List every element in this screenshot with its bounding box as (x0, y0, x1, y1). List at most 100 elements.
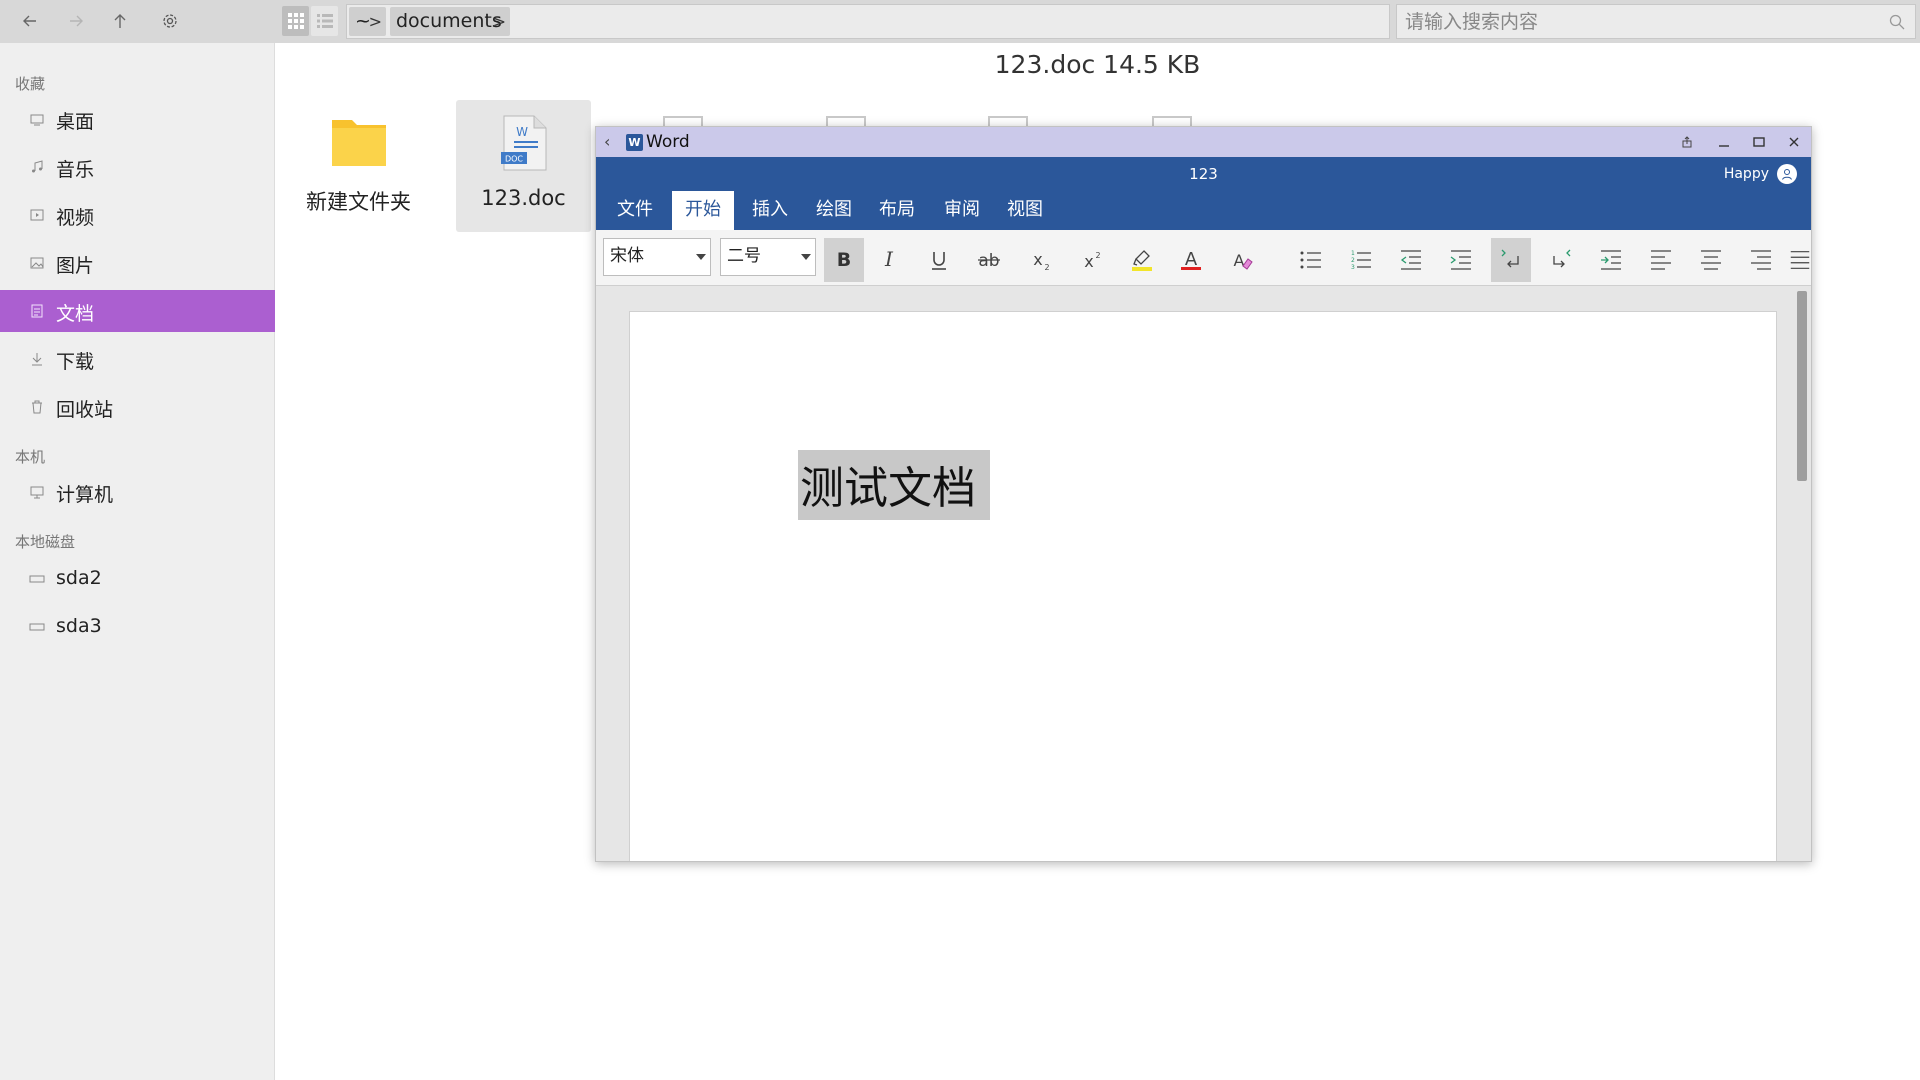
tab-layout[interactable]: 布局 (866, 191, 928, 231)
sidebar-item-computer[interactable]: 计算机 (0, 471, 275, 513)
svg-text:W: W (516, 125, 528, 139)
sidebar-item-video[interactable]: 视频 (0, 194, 275, 236)
svg-text:ab: ab (978, 251, 999, 271)
arrow-right-icon (70, 15, 83, 27)
font-color-button[interactable]: A (1171, 238, 1211, 282)
tab-insert[interactable]: 插入 (739, 191, 801, 231)
up-button[interactable] (105, 6, 135, 36)
dropdown-arrow-icon (696, 254, 706, 260)
document-body-text[interactable]: 测试文档 (798, 450, 990, 520)
breadcrumb-documents[interactable]: documents > (390, 7, 510, 36)
maximize-button[interactable] (1748, 131, 1770, 153)
sidebar-heading-favorites: 收藏 (15, 75, 46, 93)
file-info-title: 123.doc 14.5 KB (994, 50, 1201, 79)
bold-button[interactable]: B (824, 238, 864, 282)
sidebar-item-label: sda3 (56, 615, 102, 637)
word-logo-icon: W (626, 134, 643, 151)
minimize-icon (1719, 145, 1729, 147)
italic-button[interactable]: I (869, 238, 909, 282)
folder-icon (331, 120, 386, 166)
gear-icon (163, 14, 177, 28)
font-name-select[interactable]: 宋体 (603, 238, 711, 276)
file-item-doc[interactable]: W DOC 123.doc (456, 100, 591, 232)
user-name[interactable]: Happy (1724, 166, 1769, 182)
sidebar-item-sda3[interactable]: sda3 (0, 606, 275, 648)
search-icon[interactable] (1889, 14, 1905, 30)
highlight-button[interactable] (1122, 238, 1162, 282)
eraser-icon: A (1234, 251, 1253, 270)
ltr-paragraph-button[interactable] (1491, 238, 1531, 282)
outdent-icon (1400, 250, 1421, 270)
sidebar-item-downloads[interactable]: 下载 (0, 338, 275, 380)
list-view-button[interactable] (311, 6, 338, 36)
scrollbar-thumb[interactable] (1797, 291, 1807, 481)
arrow-up-icon (114, 14, 126, 28)
align-center-icon (1701, 250, 1721, 270)
vertical-scrollbar[interactable] (1795, 291, 1809, 861)
svg-text:x: x (1084, 252, 1093, 271)
search-input[interactable] (1405, 8, 1865, 36)
file-item-folder[interactable]: 新建文件夹 (291, 100, 426, 232)
sidebar-item-label: 音乐 (56, 159, 95, 181)
align-right-button[interactable] (1741, 238, 1781, 282)
sidebar-item-label: 视频 (56, 207, 95, 229)
computer-icon (30, 486, 44, 499)
word-titlebar[interactable]: ‹ W Word (596, 127, 1811, 157)
back-icon[interactable]: ‹ (604, 132, 610, 151)
sidebar-heading-disks: 本地磁盘 (15, 533, 76, 551)
file-item-label: 新建文件夹 (306, 190, 411, 214)
sidebar-item-sda2[interactable]: sda2 (0, 558, 275, 600)
rtl-paragraph-button[interactable] (1541, 238, 1581, 282)
app-name: Word (646, 132, 690, 152)
bullet-list-button[interactable] (1291, 238, 1331, 282)
subscript-button[interactable]: x2 (1021, 238, 1061, 282)
svg-text:DOC: DOC (504, 155, 522, 164)
decrease-indent-button[interactable] (1391, 238, 1431, 282)
sidebar-item-trash[interactable]: 回收站 (0, 386, 275, 428)
grid-view-button[interactable] (282, 6, 309, 36)
music-icon (32, 160, 43, 173)
sidebar-item-music[interactable]: 音乐 (0, 146, 275, 188)
sidebar-item-pictures[interactable]: 图片 (0, 242, 275, 284)
settings-button[interactable] (155, 6, 185, 36)
trash-icon (32, 400, 42, 414)
close-button[interactable] (1783, 131, 1805, 153)
strikethrough-button[interactable]: ab (969, 238, 1009, 282)
font-size-select[interactable]: 二号 (720, 238, 816, 276)
align-left-button[interactable] (1641, 238, 1681, 282)
tab-home[interactable]: 开始 (672, 191, 734, 231)
file-manager-toolbar: ~ > documents > (0, 0, 1920, 43)
sidebar-item-documents[interactable]: 文档 (0, 290, 275, 332)
share-button[interactable] (1676, 131, 1698, 153)
paragraph-indent-button[interactable] (1591, 238, 1631, 282)
path-bar[interactable]: ~ > documents > (346, 4, 1390, 39)
forward-button[interactable] (61, 6, 91, 36)
disk-icon (29, 623, 45, 631)
tab-view[interactable]: 视图 (994, 191, 1056, 231)
font-size-value: 二号 (727, 246, 761, 266)
word-document-icon: W DOC (500, 115, 546, 171)
document-area: 测试文档 (596, 287, 1811, 861)
numbered-list-button[interactable]: 123 (1341, 238, 1381, 282)
clear-format-button[interactable]: A (1222, 238, 1262, 282)
align-center-button[interactable] (1691, 238, 1731, 282)
superscript-button[interactable]: x2 (1072, 238, 1112, 282)
font-color-icon: A (1181, 249, 1201, 270)
tab-file[interactable]: 文件 (604, 191, 666, 231)
indent-icon (1450, 250, 1471, 270)
document-page[interactable]: 测试文档 (629, 311, 1777, 861)
breadcrumb-home[interactable]: ~ > (349, 7, 386, 36)
sidebar-item-desktop[interactable]: 桌面 (0, 98, 275, 140)
svg-text:3: 3 (1351, 264, 1355, 271)
bullet-list-icon (1300, 251, 1321, 269)
sidebar-item-label: 回收站 (56, 399, 114, 421)
justify-button[interactable] (1788, 238, 1811, 282)
user-avatar-icon[interactable] (1777, 164, 1797, 184)
increase-indent-button[interactable] (1441, 238, 1481, 282)
tab-review[interactable]: 审阅 (931, 191, 993, 231)
underline-button[interactable] (919, 238, 959, 282)
tab-draw[interactable]: 绘图 (803, 191, 865, 231)
svg-text:2: 2 (1044, 263, 1049, 272)
minimize-button[interactable] (1713, 131, 1735, 153)
back-button[interactable] (15, 6, 45, 36)
